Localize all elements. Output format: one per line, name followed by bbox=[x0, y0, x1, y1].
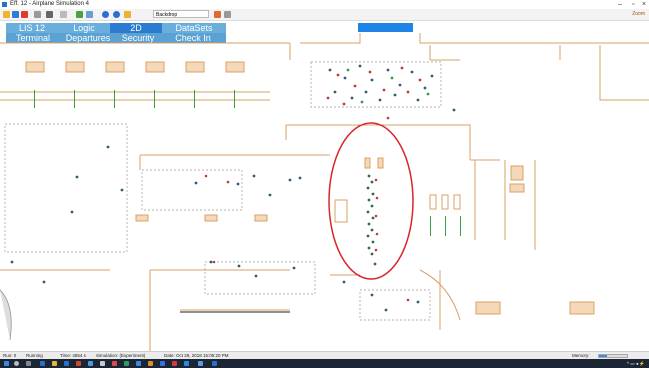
speed-icon[interactable] bbox=[60, 11, 67, 18]
app-icon-k[interactable] bbox=[198, 361, 203, 366]
gate-desk bbox=[510, 165, 524, 181]
gate-kiosk bbox=[429, 194, 437, 210]
step-icon[interactable] bbox=[34, 11, 41, 18]
run-icon[interactable] bbox=[12, 11, 19, 18]
start-icon[interactable] bbox=[4, 361, 9, 366]
flow-arrows bbox=[34, 90, 461, 236]
zoom-in-icon[interactable] bbox=[214, 11, 221, 18]
task-view-icon[interactable] bbox=[26, 361, 31, 366]
app-icon-j[interactable] bbox=[184, 361, 189, 366]
explorer-icon[interactable] bbox=[52, 361, 57, 366]
checkin-desk bbox=[25, 61, 45, 73]
toolbar: Backdrop Zoom bbox=[0, 9, 649, 21]
pause-icon[interactable] bbox=[46, 11, 53, 18]
gate-kiosk bbox=[441, 194, 449, 210]
maximize-icon[interactable]: ▫ bbox=[632, 0, 634, 9]
tab-row-top: LIS 12 Logic 2D DataSets bbox=[6, 23, 226, 33]
backdrop-select[interactable]: Backdrop bbox=[153, 10, 209, 18]
selected-area-indicator bbox=[358, 23, 413, 32]
minimize-icon[interactable]: – bbox=[618, 0, 622, 9]
anylogic-taskbar-icon[interactable] bbox=[212, 361, 217, 366]
globe-icon[interactable] bbox=[102, 11, 109, 18]
app-icon-g[interactable] bbox=[148, 361, 153, 366]
checkin-desk bbox=[225, 61, 245, 73]
checkin-desk bbox=[105, 61, 125, 73]
system-tray[interactable]: ^ ▭ ◂ ⚡ bbox=[627, 359, 645, 368]
simulation-canvas[interactable] bbox=[0, 33, 649, 351]
app-icon-f[interactable] bbox=[136, 361, 141, 366]
zoom-out-icon[interactable] bbox=[224, 11, 231, 18]
top-wall bbox=[0, 33, 649, 60]
app-icon-b[interactable] bbox=[88, 361, 93, 366]
chart-icon[interactable] bbox=[86, 11, 93, 18]
scanner-post bbox=[377, 157, 384, 169]
memory-bar bbox=[598, 354, 628, 358]
app-icon-i[interactable] bbox=[172, 361, 177, 366]
checkin-desk bbox=[145, 61, 165, 73]
window-title: Eff. 12 - Airplane Simulation 4 bbox=[10, 1, 89, 7]
open-icon[interactable] bbox=[3, 11, 10, 18]
scanner bbox=[334, 199, 348, 223]
gate-kiosk bbox=[453, 194, 461, 210]
close-icon[interactable]: × bbox=[642, 0, 646, 9]
east-walls bbox=[429, 45, 649, 101]
world-icon[interactable] bbox=[113, 11, 120, 18]
passengers bbox=[10, 64, 456, 312]
app-icon bbox=[2, 2, 7, 7]
app-icon-e[interactable] bbox=[124, 361, 129, 366]
stop-icon[interactable] bbox=[21, 11, 28, 18]
title-bar: Eff. 12 - Airplane Simulation 4 – ▫ × bbox=[0, 0, 649, 9]
lower-desk bbox=[475, 301, 501, 315]
memory-bar-fill bbox=[599, 355, 608, 357]
app-icon-a[interactable] bbox=[76, 361, 81, 366]
tab-lis12[interactable]: LIS 12 bbox=[6, 23, 58, 33]
zone-lounge bbox=[204, 261, 316, 295]
checkin-corridor-walls bbox=[0, 91, 270, 101]
tab-datasets[interactable]: DataSets bbox=[162, 23, 226, 33]
tab-2d[interactable]: 2D bbox=[110, 23, 162, 33]
checkin-desk bbox=[185, 61, 205, 73]
zone-waiting-mid bbox=[141, 169, 243, 211]
bench bbox=[204, 214, 218, 222]
edge-icon[interactable] bbox=[40, 361, 45, 366]
zoom-label[interactable]: Zoom bbox=[632, 10, 645, 19]
lower-right-walls bbox=[330, 270, 441, 330]
waiting-walls bbox=[139, 154, 330, 170]
search-icon[interactable] bbox=[14, 361, 19, 366]
app-icon-c[interactable] bbox=[100, 361, 105, 366]
scanner-post bbox=[364, 157, 371, 169]
graph-icon[interactable] bbox=[76, 11, 83, 18]
lower-desk bbox=[569, 301, 595, 315]
zone-waiting-west bbox=[4, 123, 128, 253]
rounded-edge bbox=[0, 289, 12, 341]
folder-icon[interactable] bbox=[124, 11, 131, 18]
bench bbox=[135, 214, 149, 222]
bench bbox=[254, 214, 268, 222]
zone-gate bbox=[359, 289, 431, 321]
app-icon-d[interactable] bbox=[112, 361, 117, 366]
app-icon-h[interactable] bbox=[160, 361, 165, 366]
gate-desk bbox=[509, 183, 525, 193]
highlight-ellipse bbox=[328, 122, 414, 280]
tab-logic[interactable]: Logic bbox=[58, 23, 110, 33]
os-taskbar: ^ ▭ ◂ ⚡ bbox=[0, 359, 649, 368]
checkin-desk bbox=[65, 61, 85, 73]
store-icon[interactable] bbox=[64, 361, 69, 366]
gate-walls bbox=[474, 160, 536, 250]
